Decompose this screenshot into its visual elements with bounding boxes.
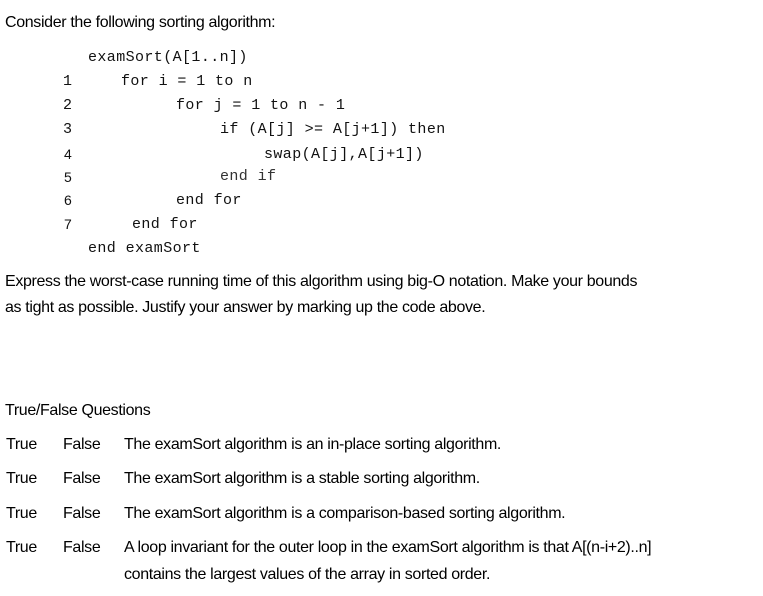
line-number: 5 bbox=[64, 169, 72, 185]
code-line: for j = 1 to n - 1 bbox=[176, 97, 346, 114]
code-line: swap(A[j],A[j+1]) bbox=[264, 146, 424, 163]
code-line: end for bbox=[176, 192, 242, 209]
statement-text: The examSort algorithm is a stable sorti… bbox=[124, 470, 480, 487]
question-line: as tight as possible. Justify your answe… bbox=[5, 299, 486, 316]
statement-text: The examSort algorithm is a comparison-b… bbox=[124, 505, 566, 522]
true-option[interactable]: True bbox=[6, 436, 37, 454]
line-number: 7 bbox=[64, 216, 72, 232]
intro-text: Consider the following sorting algorithm… bbox=[5, 14, 276, 31]
line-number: 2 bbox=[63, 97, 73, 114]
true-option[interactable]: True bbox=[6, 539, 37, 557]
code-footer: end examSort bbox=[88, 240, 201, 257]
false-option[interactable]: False bbox=[63, 470, 101, 488]
code-header: examSort(A[1..n]) bbox=[88, 49, 248, 66]
line-number: 6 bbox=[64, 192, 72, 208]
line-number: 4 bbox=[64, 146, 72, 162]
line-number: 3 bbox=[63, 121, 73, 138]
code-line: for i = 1 to n bbox=[121, 73, 253, 90]
question-line: Express the worst-case running time of t… bbox=[5, 273, 638, 290]
true-option[interactable]: True bbox=[6, 505, 37, 523]
code-line: end for bbox=[132, 216, 198, 233]
false-option[interactable]: False bbox=[63, 505, 101, 523]
statement-text-continued: contains the largest values of the array… bbox=[124, 566, 491, 583]
true-false-heading: True/False Questions bbox=[5, 402, 151, 419]
code-line: if (A[j] >= A[j+1]) then bbox=[220, 121, 446, 138]
true-option[interactable]: True bbox=[6, 470, 37, 488]
code-line: end if bbox=[220, 168, 277, 181]
false-option[interactable]: False bbox=[63, 539, 101, 557]
statement-text: The examSort algorithm is an in-place so… bbox=[124, 436, 502, 453]
statement-text: A loop invariant for the outer loop in t… bbox=[124, 539, 652, 556]
line-number: 1 bbox=[63, 73, 73, 90]
false-option[interactable]: False bbox=[63, 436, 101, 454]
